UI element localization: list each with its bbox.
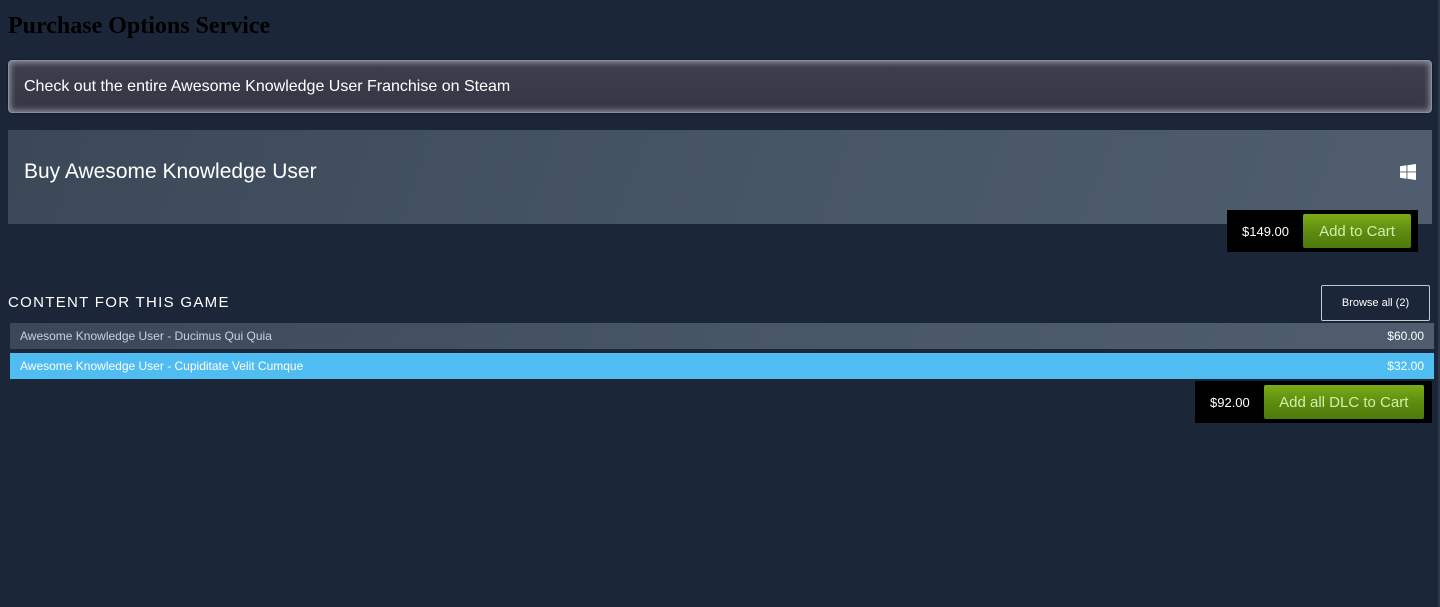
game-purchase-action: $149.00 Add to Cart: [1227, 210, 1418, 252]
game-purchase-title: Buy Awesome Knowledge User: [24, 160, 317, 183]
page-title: Purchase Options Service: [8, 13, 271, 39]
game-purchase-box: Buy Awesome Knowledge User: [8, 130, 1432, 224]
dlc-item-price: $32.00: [1387, 359, 1424, 373]
windows-icon: [1400, 164, 1416, 180]
dlc-list-item[interactable]: Awesome Knowledge User - Ducimus Qui Qui…: [10, 323, 1434, 349]
dlc-item-name: Awesome Knowledge User - Cupiditate Veli…: [20, 359, 304, 373]
dlc-section-heading: CONTENT FOR THIS GAME: [8, 294, 230, 311]
game-price: $149.00: [1242, 223, 1289, 239]
dlc-list-item-selected[interactable]: Awesome Knowledge User - Cupiditate Veli…: [10, 353, 1434, 379]
dlc-item-price: $60.00: [1387, 329, 1424, 343]
add-to-cart-button[interactable]: Add to Cart: [1303, 214, 1411, 248]
dlc-item-name: Awesome Knowledge User - Ducimus Qui Qui…: [20, 329, 272, 343]
add-all-dlc-to-cart-button[interactable]: Add all DLC to Cart: [1263, 385, 1424, 419]
franchise-banner-link[interactable]: Check out the entire Awesome Knowledge U…: [8, 60, 1432, 113]
dlc-total-price: $92.00: [1210, 394, 1250, 410]
browse-all-button[interactable]: Browse all (2): [1321, 285, 1430, 321]
dlc-purchase-action: $92.00 Add all DLC to Cart: [1195, 381, 1432, 423]
